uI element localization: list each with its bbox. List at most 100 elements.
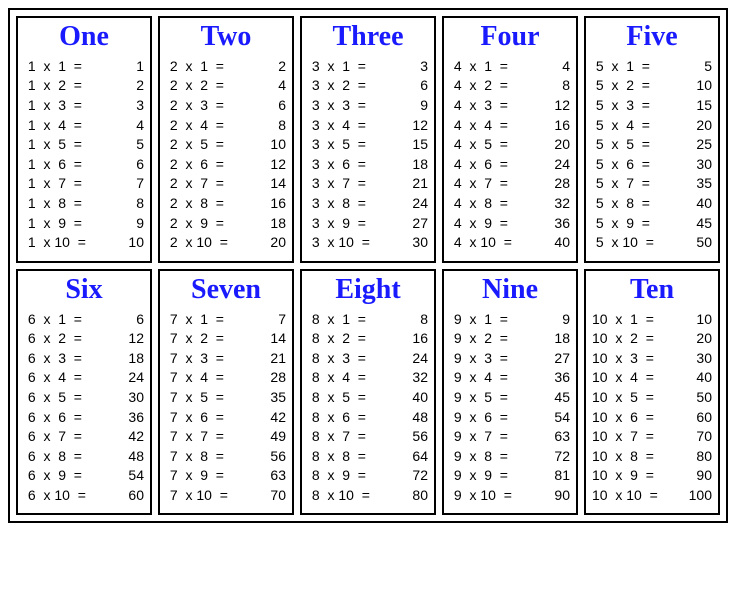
equation-result: 3	[404, 57, 428, 77]
equation-result: 24	[546, 155, 570, 175]
table-rows: 3 x 1 =3 3 x 2 =6 3 x 3 =9 3 x 4 =12 3 x…	[308, 57, 428, 253]
table-rows: 9 x 1 =9 9 x 2 =18 9 x 3 =27 9 x 4 =36 9…	[450, 310, 570, 506]
table-row: 2 x 10 =20	[166, 233, 286, 253]
equation-result: 40	[546, 233, 570, 253]
equation-result: 35	[262, 388, 286, 408]
table-row: 8 x 8 =64	[308, 447, 428, 467]
equation-result: 32	[546, 194, 570, 214]
equation-lhs: 2 x 1 =	[166, 57, 224, 77]
table-row: 7 x 4 =28	[166, 368, 286, 388]
equation-result: 24	[120, 368, 144, 388]
table-row: 9 x 5 = 45	[450, 388, 570, 408]
table-row: 6 x 6 =36	[24, 408, 144, 428]
equation-lhs: 6 x 9 =	[24, 466, 82, 486]
equation-result: 9	[120, 214, 144, 234]
table-row: 10 x 9 =90	[592, 466, 712, 486]
equation-result: 8	[262, 116, 286, 136]
table-row: 6 x 8 =48	[24, 447, 144, 467]
table-row: 7 x 10 =70	[166, 486, 286, 506]
equation-result: 40	[688, 194, 712, 214]
equation-lhs: 1 x 3 =	[24, 96, 82, 116]
table-row: 4 x 4 =16	[450, 116, 570, 136]
table-row: 8 x 3 =24	[308, 349, 428, 369]
equation-result: 36	[546, 368, 570, 388]
table-row: 3 x 6 =18	[308, 155, 428, 175]
equation-result: 72	[546, 447, 570, 467]
equation-result: 24	[404, 349, 428, 369]
table-row: 2 x 1 =2	[166, 57, 286, 77]
equation-result: 21	[262, 349, 286, 369]
equation-result: 27	[404, 214, 428, 234]
table-card-10: Ten10 x 1 =1010 x 2 =2010 x 3 =3010 x 4 …	[584, 269, 720, 516]
table-title: Nine	[450, 275, 570, 306]
equation-result: 54	[546, 408, 570, 428]
table-row: 6 x 10 =60	[24, 486, 144, 506]
table-card-5: Five 5 x 1 =5 5 x 2 =10 5 x 3 =15 5 x 4 …	[584, 16, 720, 263]
table-row: 4 x 9 =36	[450, 214, 570, 234]
table-row: 7 x 3 =21	[166, 349, 286, 369]
equation-result: 14	[262, 174, 286, 194]
equation-result: 100	[688, 486, 712, 506]
table-row: 5 x 2 =10	[592, 76, 712, 96]
equation-lhs: 3 x 8 =	[308, 194, 366, 214]
equation-lhs: 10 x 4 =	[592, 368, 654, 388]
equation-result: 20	[688, 329, 712, 349]
equation-lhs: 9 x 10 =	[450, 486, 512, 506]
equation-lhs: 9 x 5 =	[450, 388, 508, 408]
equation-result: 45	[546, 388, 570, 408]
equation-result: 36	[546, 214, 570, 234]
equation-result: 90	[546, 486, 570, 506]
equation-result: 20	[546, 135, 570, 155]
table-row: 5 x 3 =15	[592, 96, 712, 116]
table-row: 10 x 7 =70	[592, 427, 712, 447]
equation-lhs: 5 x 5 =	[592, 135, 650, 155]
table-row: 1 x 4 =4	[24, 116, 144, 136]
table-card-9: Nine 9 x 1 =9 9 x 2 =18 9 x 3 =27 9 x 4 …	[442, 269, 578, 516]
equation-lhs: 10 x 3 =	[592, 349, 654, 369]
table-row: 7 x 7 =49	[166, 427, 286, 447]
table-row: 4 x 10 = 40	[450, 233, 570, 253]
table-row: 10 x 2 =20	[592, 329, 712, 349]
equation-result: 40	[404, 388, 428, 408]
equation-lhs: 10 x 1 =	[592, 310, 654, 330]
equation-result: 12	[262, 155, 286, 175]
equation-result: 50	[688, 388, 712, 408]
equation-lhs: 4 x 10 =	[450, 233, 512, 253]
table-row: 4 x 3 =12	[450, 96, 570, 116]
equation-lhs: 1 x 1 =	[24, 57, 82, 77]
equation-lhs: 1 x 10 =	[24, 233, 86, 253]
equation-lhs: 2 x 7 =	[166, 174, 224, 194]
equation-lhs: 9 x 1 =	[450, 310, 508, 330]
equation-lhs: 6 x 4 =	[24, 368, 82, 388]
equation-result: 6	[262, 96, 286, 116]
table-title: Three	[308, 22, 428, 53]
equation-result: 32	[404, 368, 428, 388]
equation-result: 30	[688, 155, 712, 175]
table-row: 2 x 5 =10	[166, 135, 286, 155]
table-rows: 1 x 1 =1 1 x 2 =2 1 x 3 =3 1 x 4 =4 1 x …	[24, 57, 144, 253]
table-row: 3 x 2 =6	[308, 76, 428, 96]
equation-result: 48	[404, 408, 428, 428]
equation-result: 8	[404, 310, 428, 330]
equation-result: 21	[404, 174, 428, 194]
table-row: 6 x 7 =42	[24, 427, 144, 447]
table-rows: 8 x 1 =8 8 x 2 =16 8 x 3 =24 8 x 4 =32 8…	[308, 310, 428, 506]
equation-lhs: 3 x 5 =	[308, 135, 366, 155]
equation-lhs: 8 x 2 =	[308, 329, 366, 349]
equation-lhs: 6 x 1 =	[24, 310, 82, 330]
table-row: 1 x 8 =8	[24, 194, 144, 214]
equation-result: 18	[404, 155, 428, 175]
table-title: Five	[592, 22, 712, 53]
equation-lhs: 9 x 8 =	[450, 447, 508, 467]
equation-lhs: 9 x 4 =	[450, 368, 508, 388]
equation-lhs: 8 x 7 =	[308, 427, 366, 447]
equation-result: 4	[262, 76, 286, 96]
equation-result: 4	[546, 57, 570, 77]
equation-lhs: 6 x 3 =	[24, 349, 82, 369]
equation-result: 6	[120, 310, 144, 330]
table-row: 1 x 2 =2	[24, 76, 144, 96]
equation-lhs: 6 x 10 =	[24, 486, 86, 506]
table-row: 8 x 4 =32	[308, 368, 428, 388]
table-row: 4 x 1 =4	[450, 57, 570, 77]
table-row: 5 x 9 =45	[592, 214, 712, 234]
